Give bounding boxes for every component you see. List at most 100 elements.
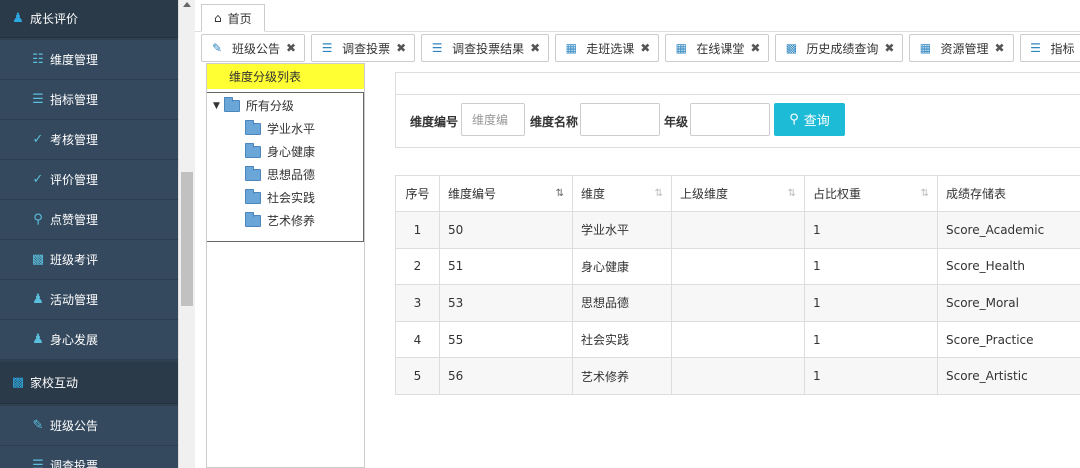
cell-table: Score_Practice: [946, 332, 1034, 347]
sidebar-item-label: 活动管理: [50, 293, 99, 307]
sort-icon[interactable]: ⇅: [788, 188, 796, 199]
table-row[interactable]: 2 51 身心健康 1 Score_Health: [395, 248, 1080, 286]
sort-asc-icon[interactable]: ⇅: [556, 188, 564, 199]
tab-home[interactable]: ⌂ 首页: [201, 4, 265, 32]
sidebar-item-announcement[interactable]: ✎ 班级公告: [0, 406, 178, 446]
cell-code: 50: [440, 212, 573, 248]
close-icon[interactable]: ✖: [750, 41, 760, 55]
cell-code: 56: [440, 358, 573, 394]
person-icon: ♟: [12, 11, 24, 26]
cell-table: Score_Artistic: [946, 369, 1028, 384]
sidebar-item-label: 维度管理: [50, 53, 99, 67]
sidebar-group-growth-eval[interactable]: ♟ 成长评价: [0, 0, 178, 38]
cell-index: 2: [395, 248, 440, 285]
tab-label: 走班选课: [586, 41, 635, 56]
table-row[interactable]: 1 50 学业水平 1 Score_Academic: [395, 212, 1080, 249]
table-row[interactable]: 3 53 思想品德 1 Score_Moral: [395, 285, 1080, 322]
tab-label: 班级公告: [232, 41, 281, 56]
sidebar-item-likes[interactable]: ⚲ 点赞管理: [0, 200, 178, 240]
grade-input[interactable]: [690, 103, 770, 136]
list-icon: ☰: [1030, 41, 1041, 55]
sidebar-scrollbar[interactable]: [178, 0, 195, 468]
tab-indicator[interactable]: ☰ 指标: [1019, 34, 1080, 62]
cell-table: Score_Moral: [946, 295, 1019, 310]
sidebar-item-label: 身心发展: [50, 333, 99, 347]
tree-node[interactable]: 身心健康: [245, 142, 315, 160]
name-input[interactable]: [580, 103, 660, 136]
expand-arrow-icon[interactable]: ▼: [213, 101, 220, 111]
close-icon[interactable]: ✖: [530, 41, 540, 55]
close-icon[interactable]: ✖: [994, 41, 1004, 55]
tree-node[interactable]: 思想品德: [245, 165, 316, 183]
tab-resources[interactable]: ▦ 资源管理 ✖: [909, 34, 1014, 62]
tab-survey[interactable]: ☰ 调查投票 ✖: [311, 34, 416, 62]
cell-parent: [672, 285, 805, 321]
table-row[interactable]: 5 56 艺术修养 1 Score_Artistic: [395, 358, 1080, 395]
sidebar-item-dimension[interactable]: ☷ 维度管理: [0, 40, 178, 80]
cell-index: 3: [395, 285, 440, 321]
cell-dimension: 社会实践: [573, 321, 672, 358]
scroll-up-arrow-icon[interactable]: [183, 2, 191, 7]
close-icon[interactable]: ✖: [286, 41, 296, 55]
name-label: 维度名称: [530, 115, 579, 129]
column-header[interactable]: 维度 ⇅: [573, 176, 672, 211]
tree-root[interactable]: ▼ 所有分级: [213, 96, 294, 114]
cell-code: 55: [440, 321, 573, 358]
tab-label: 历史成绩查询: [806, 41, 879, 56]
sidebar-item-activity[interactable]: ♟ 活动管理: [0, 280, 178, 320]
sidebar-group-label: 成长评价: [30, 12, 79, 26]
table-row[interactable]: 4 55 社会实践 1 Score_Practice: [395, 321, 1080, 359]
cell-dimension: 学业水平: [573, 212, 672, 248]
sidebar-item-indicator[interactable]: ☰ 指标管理: [0, 80, 178, 120]
sidebar-item-survey[interactable]: ☰ 调查投票: [0, 446, 178, 468]
sidebar-item-label: 调查投票: [50, 459, 99, 468]
folder-icon: [245, 119, 261, 135]
tree-node[interactable]: 社会实践: [245, 188, 315, 206]
cell-index: 4: [395, 321, 440, 358]
query-button[interactable]: ⚲ 查询: [774, 103, 845, 136]
cell-dimension: 身心健康: [573, 248, 672, 285]
tree-root-label: 所有分级: [245, 99, 294, 113]
table-header-row: 序号 维度编号 ⇅ 维度 ⇅ 上级维度 ⇅ 占比权重 ⇅ 成绩存储表: [395, 176, 1080, 212]
cell-dimension: 艺术修养: [573, 358, 672, 394]
sidebar-group-home-school[interactable]: ▩ 家校互动: [0, 362, 178, 404]
column-header[interactable]: 上级维度 ⇅: [672, 176, 805, 211]
sidebar-item-physical[interactable]: ♟ 身心发展: [0, 320, 178, 360]
edit-icon: ✎: [211, 41, 223, 55]
sidebar-item-class-eval[interactable]: ▩ 班级考评: [0, 240, 178, 280]
tree-header: 维度分级列表: [207, 64, 364, 89]
column-header[interactable]: 占比权重 ⇅: [805, 176, 938, 211]
sidebar-item-evaluation[interactable]: ✓ 评价管理: [0, 160, 178, 200]
search-icon: ⚲: [789, 112, 799, 127]
close-icon[interactable]: ✖: [884, 41, 894, 55]
folder-icon: [245, 142, 261, 158]
grid-icon: ▦: [565, 41, 577, 55]
tree-node-label: 思想品德: [267, 168, 316, 182]
tree-node[interactable]: 艺术修养: [245, 211, 315, 229]
tree-node[interactable]: 学业水平: [245, 119, 315, 137]
sort-icon[interactable]: ⇅: [921, 188, 929, 199]
list-icon: ☰: [431, 41, 443, 55]
cell-parent: [672, 212, 805, 248]
tab-announcement[interactable]: ✎ 班级公告 ✖: [201, 34, 306, 62]
person-icon: ♟: [32, 332, 44, 347]
sidebar-item-assessment[interactable]: ✓ 考核管理: [0, 120, 178, 160]
scroll-thumb[interactable]: [181, 172, 193, 306]
check-icon: ✓: [32, 172, 44, 187]
tab-course-select[interactable]: ▦ 走班选课 ✖: [555, 34, 660, 62]
grade-label: 年级: [664, 115, 689, 129]
column-header[interactable]: 维度编号 ⇅: [440, 176, 573, 211]
main-content: ⌂ 首页 ✎ 班级公告 ✖ ☰ 调查投票 ✖ ☰ 调查投票结果 ✖ ▦ 走班选课…: [195, 0, 1080, 468]
folder-icon: [245, 211, 261, 227]
tab-survey-results[interactable]: ☰ 调查投票结果 ✖: [421, 34, 550, 62]
folder-icon: [245, 188, 261, 204]
cell-code: 53: [440, 285, 573, 321]
tree-box: ▼ 所有分级 学业水平 身心健康 思想品德 社会实践 艺术修养: [207, 92, 364, 242]
close-icon[interactable]: ✖: [640, 41, 650, 55]
code-input[interactable]: 维度编: [461, 103, 525, 136]
tab-history-scores[interactable]: ▩ 历史成绩查询 ✖: [775, 34, 904, 62]
sort-icon[interactable]: ⇅: [655, 188, 663, 199]
tab-online-class[interactable]: ▦ 在线课堂 ✖: [665, 34, 770, 62]
cell-parent: [672, 321, 805, 358]
close-icon[interactable]: ✖: [396, 41, 406, 55]
